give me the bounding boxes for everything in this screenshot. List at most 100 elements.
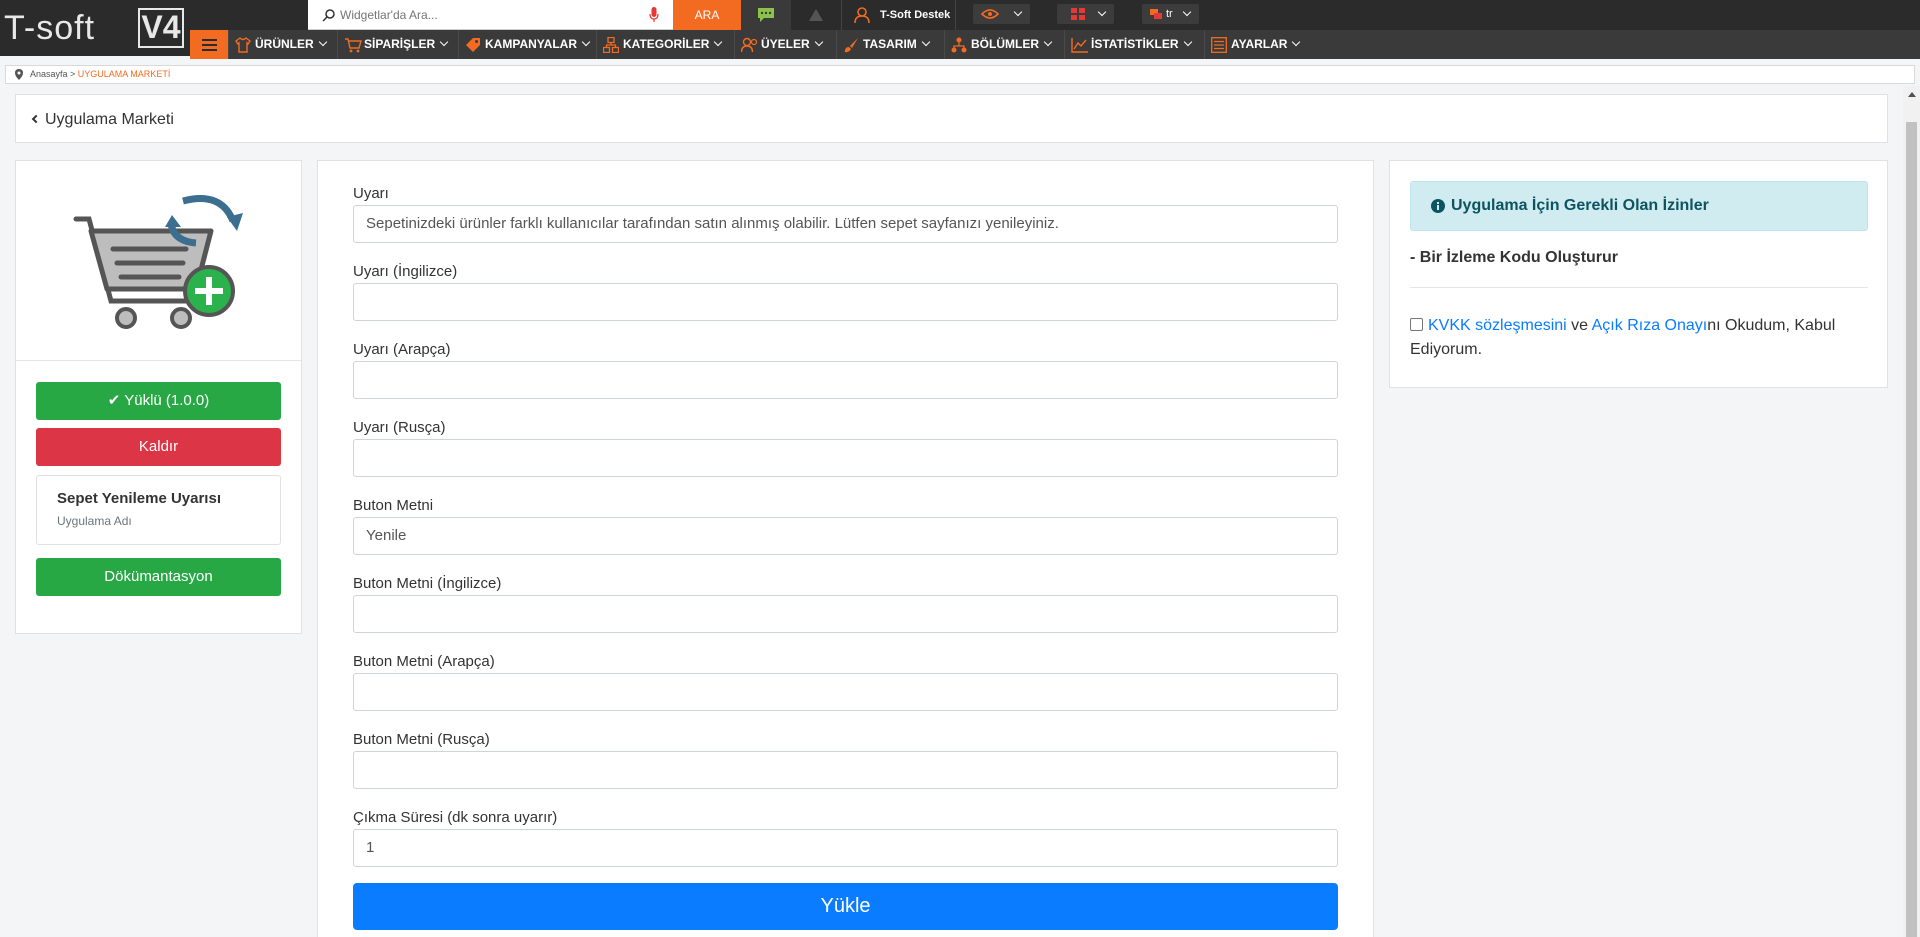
back-link[interactable]: Uygulama Marketi [31, 111, 174, 129]
nav-item-uyeler[interactable]: ÜYELER [734, 30, 836, 59]
search-icon [322, 9, 335, 22]
chevron-down-icon [1013, 7, 1023, 17]
nav-item-ayarlar[interactable]: AYARLAR [1204, 30, 1306, 59]
field-label: Buton Metni (Arapça) [353, 653, 495, 670]
apps-dropdown[interactable] [1057, 4, 1114, 24]
install-button[interactable]: Yükle [353, 883, 1338, 930]
documentation-button[interactable]: Dökümantasyon [36, 558, 281, 596]
users-icon [741, 37, 758, 53]
page-title: Uygulama Marketi [45, 111, 174, 128]
field-label: Uyarı [353, 185, 389, 202]
chat-button[interactable] [741, 0, 791, 30]
app-name-box: Sepet Yenileme Uyarısı Uygulama Adı [36, 475, 281, 545]
search-button[interactable]: ARA [673, 0, 741, 30]
warning-ar-input[interactable] [353, 361, 1338, 399]
permissions-title: Uygulama İçin Gerekli Olan İzinler [1451, 197, 1709, 214]
nav-item-kategoriler[interactable]: KATEGORİLER [596, 30, 734, 59]
chevron-down-icon [1183, 37, 1192, 47]
installed-button[interactable]: ✔ Yüklü (1.0.0) [36, 382, 281, 420]
user-icon [854, 7, 870, 23]
warning-icon [809, 9, 823, 21]
tsoft-logo[interactable]: T-soft V4 [0, 0, 190, 56]
shirt-icon [235, 37, 251, 53]
permissions-card: Uygulama İçin Gerekli Olan İzinler - Bir… [1389, 160, 1888, 388]
chevron-down-icon [921, 37, 931, 47]
consent-link[interactable]: Açık Rıza Onayı [1592, 317, 1708, 334]
field-label: Çıkma Süresi (dk sonra uyarır) [353, 809, 558, 826]
chat-icon [758, 8, 774, 22]
chevron-down-icon [318, 37, 327, 47]
app-image [16, 161, 301, 361]
kvkk-checkbox[interactable] [1410, 318, 1423, 331]
field-label: Uyarı (Rusça) [353, 419, 446, 436]
chevron-down-icon [1292, 37, 1301, 47]
popup-delay-input[interactable]: 1 [353, 829, 1338, 867]
grid-icon [1071, 8, 1085, 20]
language-dropdown[interactable]: tr [1142, 4, 1199, 24]
button-text-input[interactable]: Yenile [353, 517, 1338, 555]
breadcrumb: Anasayfa > UYGULAMA MARKETİ [5, 65, 1915, 84]
logo-text: T-soft [4, 9, 96, 47]
cart-refresh-icon [73, 195, 243, 329]
widget-search-input[interactable] [340, 5, 640, 25]
preview-dropdown[interactable] [973, 4, 1030, 24]
warning-ru-input[interactable] [353, 439, 1338, 477]
chevron-down-icon [1043, 37, 1053, 47]
tag-icon [466, 38, 480, 52]
support-label: T-Soft Destek [880, 9, 951, 21]
settings-list-icon [1211, 37, 1227, 53]
map-pin-icon [15, 69, 23, 80]
field-label: Buton Metni [353, 497, 434, 514]
breadcrumb-separator: > [67, 69, 78, 79]
notification-button[interactable] [791, 0, 841, 30]
top-bar: ARA T-Soft Destek tr [0, 0, 1920, 30]
page-header: Uygulama Marketi [15, 94, 1888, 143]
nav-item-bolumler[interactable]: BÖLÜMLER [944, 30, 1064, 59]
app-info-card: ✔ Yüklü (1.0.0) Kaldır Sepet Yenileme Uy… [15, 160, 302, 634]
menu-toggle-button[interactable] [190, 30, 228, 59]
breadcrumb-home[interactable]: Anasayfa [30, 69, 68, 79]
button-text-ru-input[interactable] [353, 751, 1338, 789]
logo-version: V4 [138, 8, 184, 48]
field-label: Buton Metni (İngilizce) [353, 575, 502, 592]
warning-en-input[interactable] [353, 283, 1338, 321]
main-nav: ÜRÜNLER SİPARİŞLER KAMPANYALAR KATEGORİL… [190, 30, 1920, 59]
scroll-up-arrow[interactable] [1908, 92, 1916, 97]
nav-item-kampanyalar[interactable]: KAMPANYALAR [458, 30, 596, 59]
breadcrumb-current: UYGULAMA MARKETİ [77, 69, 171, 79]
nav-item-siparisler[interactable]: SİPARİŞLER [337, 30, 458, 59]
field-label: Buton Metni (Rusça) [353, 731, 490, 748]
remove-button[interactable]: Kaldır [36, 428, 281, 466]
button-text-ar-input[interactable] [353, 673, 1338, 711]
chart-icon [1071, 38, 1088, 53]
language-code: tr [1166, 8, 1173, 20]
microphone-icon[interactable] [649, 7, 659, 23]
chevron-down-icon [1097, 7, 1107, 17]
scrollbar-thumb[interactable] [1906, 122, 1917, 937]
nav-item-urunler[interactable]: ÜRÜNLER [228, 30, 337, 59]
chevron-down-icon [1182, 7, 1192, 17]
page-scrollbar[interactable] [1903, 86, 1920, 937]
cart-icon [345, 38, 362, 53]
check-icon: ✔ [107, 392, 121, 409]
support-link[interactable]: T-Soft Destek [841, 0, 956, 30]
widget-search-box [308, 0, 673, 30]
kvkk-link[interactable]: KVKK sözleşmesini [1428, 317, 1567, 334]
nav-item-tasarim[interactable]: TASARIM [836, 30, 944, 59]
language-icon [1150, 9, 1162, 19]
permissions-alert: Uygulama İçin Gerekli Olan İzinler [1410, 181, 1868, 231]
button-text-en-input[interactable] [353, 595, 1338, 633]
eye-icon [981, 9, 999, 19]
chevron-down-icon [814, 37, 823, 47]
app-name-caption: Uygulama Adı [57, 514, 132, 528]
nav-item-istatistikler[interactable]: İSTATİSTİKLER [1064, 30, 1204, 59]
info-icon [1431, 199, 1445, 213]
sitemap-icon [603, 37, 619, 53]
warning-input[interactable]: Sepetinizdeki ürünler farklı kullanıcıla… [353, 205, 1338, 243]
sections-icon [951, 37, 967, 53]
chevron-down-icon [714, 37, 723, 47]
permission-item: - Bir İzleme Kodu Oluşturur [1410, 249, 1619, 266]
field-label: Uyarı (Arapça) [353, 341, 451, 358]
chevron-down-icon [581, 37, 591, 47]
kvkk-consent: KVKK sözleşmesini ve Açık Rıza Onayını O… [1410, 317, 1836, 358]
